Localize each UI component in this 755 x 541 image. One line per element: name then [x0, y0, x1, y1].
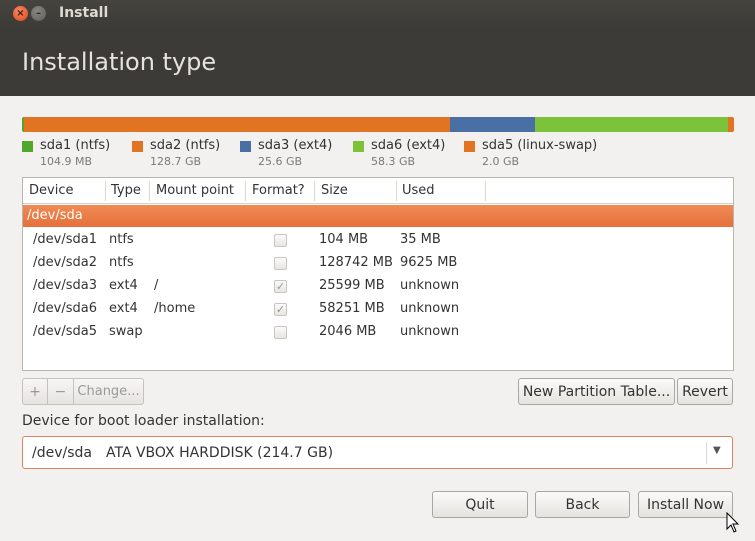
- partition-table[interactable]: Device Type Mount point Format? Size Use…: [22, 177, 734, 371]
- install-now-button[interactable]: Install Now: [638, 491, 733, 518]
- remove-partition-button[interactable]: −: [48, 378, 74, 405]
- table-row[interactable]: /dev/sda5 swap 2046 MB unknown: [23, 321, 733, 344]
- format-checkbox[interactable]: [274, 326, 287, 339]
- device-cell: /dev/sda6: [33, 301, 97, 316]
- table-row[interactable]: /dev/sda1 ntfs 104 MB 35 MB: [23, 229, 733, 252]
- legend-size: 2.0 GB: [482, 155, 520, 168]
- used-cell: 35 MB: [400, 232, 441, 247]
- device-cell: /dev/sda5: [33, 324, 97, 339]
- size-cell: 58251 MB: [319, 301, 385, 316]
- type-cell: ext4: [109, 301, 138, 316]
- column-header-format[interactable]: Format?: [252, 183, 305, 198]
- table-row[interactable]: /dev/sda6 ext4 /home ✓ 58251 MB unknown: [23, 298, 733, 321]
- column-header-size[interactable]: Size: [321, 183, 348, 198]
- device-cell: /dev/sda2: [33, 255, 97, 270]
- revert-button[interactable]: Revert: [677, 378, 733, 405]
- mouse-pointer-icon: [726, 512, 740, 533]
- format-checkbox-checked[interactable]: ✓: [274, 303, 287, 316]
- type-cell: swap: [109, 324, 143, 339]
- boot-loader-select[interactable]: /dev/sda ATA VBOX HARDDISK (214.7 GB) ▼: [22, 436, 733, 469]
- table-row[interactable]: /dev/sda2 ntfs 128742 MB 9625 MB: [23, 252, 733, 275]
- table-row-selected[interactable]: /dev/sda: [23, 205, 733, 227]
- device-cell: /dev/sda3: [33, 278, 97, 293]
- new-partition-table-button[interactable]: New Partition Table...: [518, 378, 675, 405]
- used-cell: unknown: [400, 278, 460, 293]
- size-cell: 25599 MB: [319, 278, 385, 293]
- used-cell: 9625 MB: [400, 255, 458, 270]
- legend-size: 25.6 GB: [258, 155, 303, 168]
- legend-name: sda5 (linux-swap): [482, 138, 598, 153]
- device-cell: /dev/sda1: [33, 232, 97, 247]
- page-header: Installation type: [0, 28, 755, 96]
- quit-button[interactable]: Quit: [432, 491, 528, 518]
- legend-swatch: [353, 141, 364, 152]
- size-cell: 2046 MB: [319, 324, 377, 339]
- partition-bar: [22, 117, 734, 132]
- mount-cell: /: [154, 278, 159, 293]
- partition-segment-sda2: [24, 117, 451, 132]
- chevron-down-icon[interactable]: ▼: [713, 445, 721, 456]
- legend-size: 58.3 GB: [371, 155, 416, 168]
- legend-name: sda1 (ntfs): [40, 138, 111, 153]
- type-cell: ntfs: [109, 232, 134, 247]
- device-cell: /dev/sda: [27, 208, 83, 223]
- partition-toolbar: + − Change...: [22, 378, 144, 405]
- size-cell: 104 MB: [319, 232, 369, 247]
- legend-swatch: [464, 141, 475, 152]
- boot-loader-description: ATA VBOX HARDDISK (214.7 GB): [106, 445, 334, 461]
- window-titlebar: × – Install: [0, 0, 755, 28]
- used-cell: unknown: [400, 324, 460, 339]
- close-icon[interactable]: ×: [13, 6, 28, 21]
- size-cell: 128742 MB: [319, 255, 393, 270]
- format-checkbox[interactable]: [274, 257, 287, 270]
- partition-segment-sda6: [534, 117, 728, 132]
- partition-segment-sda5: [727, 117, 734, 132]
- legend-name: sda2 (ntfs): [150, 138, 221, 153]
- column-header-used[interactable]: Used: [402, 183, 435, 198]
- partition-segment-sda3: [450, 117, 535, 132]
- mount-cell: /home: [154, 301, 196, 316]
- type-cell: ext4: [109, 278, 138, 293]
- column-header-mount-point[interactable]: Mount point: [156, 183, 234, 198]
- format-checkbox-checked[interactable]: ✓: [274, 280, 287, 293]
- boot-loader-device: /dev/sda: [32, 445, 92, 461]
- minimize-icon[interactable]: –: [31, 6, 46, 21]
- boot-loader-label: Device for boot loader installation:: [22, 413, 265, 429]
- column-header-device[interactable]: Device: [29, 183, 73, 198]
- legend-swatch: [22, 141, 33, 152]
- table-header: Device Type Mount point Format? Size Use…: [23, 178, 733, 204]
- legend-size: 104.9 MB: [40, 155, 93, 168]
- legend-name: sda6 (ext4): [371, 138, 446, 153]
- add-partition-button[interactable]: +: [22, 378, 48, 405]
- back-button[interactable]: Back: [535, 491, 630, 518]
- used-cell: unknown: [400, 301, 460, 316]
- change-partition-button[interactable]: Change...: [74, 378, 144, 405]
- window-title: Install: [59, 5, 109, 21]
- legend-swatch: [240, 141, 251, 152]
- column-header-type[interactable]: Type: [111, 183, 141, 198]
- page-title: Installation type: [22, 48, 217, 76]
- table-row[interactable]: /dev/sda3 ext4 / ✓ 25599 MB unknown: [23, 275, 733, 298]
- legend-swatch: [132, 141, 143, 152]
- format-checkbox[interactable]: [274, 234, 287, 247]
- type-cell: ntfs: [109, 255, 134, 270]
- legend-name: sda3 (ext4): [258, 138, 333, 153]
- partition-legend: sda1 (ntfs) 104.9 MB sda2 (ntfs) 128.7 G…: [22, 138, 734, 171]
- legend-size: 128.7 GB: [150, 155, 202, 168]
